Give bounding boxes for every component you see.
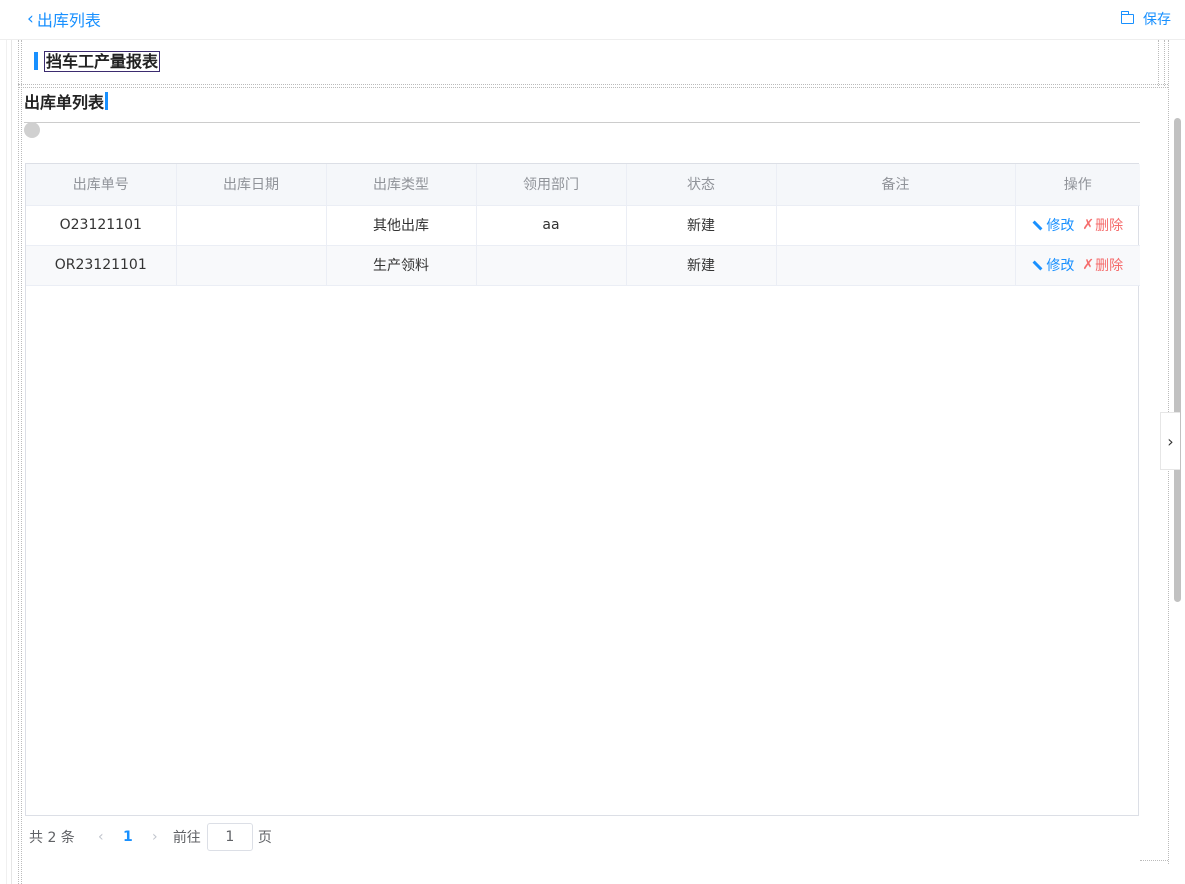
table-header-row: 出库单号 出库日期 出库类型 领用部门 状态 备注 操作 — [26, 164, 1140, 206]
goto-page-input[interactable] — [206, 823, 253, 851]
page-suffix: 页 — [257, 830, 272, 846]
section-divider — [24, 122, 1140, 123]
frame-line — [1140, 860, 1168, 861]
back-label: 出库列表 — [36, 11, 101, 30]
back-to-list-button[interactable]: ‹ 出库列表 — [27, 8, 101, 30]
cell-actions: 修改 ✗ 删除 — [1015, 245, 1140, 286]
save-button[interactable]: 保存 — [1121, 9, 1171, 29]
title-accent-bar — [34, 52, 38, 70]
left-frame — [0, 40, 12, 884]
frame-line — [18, 84, 1168, 85]
goto-label: 前往 — [172, 830, 201, 846]
pencil-icon — [1032, 220, 1043, 230]
column-header[interactable]: 状态 — [626, 164, 777, 206]
pagination: 共 2 条 ‹ 1 › 前往 页 — [29, 822, 272, 852]
text-cursor — [105, 92, 109, 110]
prev-page-button[interactable]: ‹ — [91, 829, 111, 845]
edit-button[interactable]: 修改 — [1032, 255, 1074, 275]
cell-department — [476, 245, 627, 286]
frame-line — [21, 40, 22, 884]
cell-status: 新建 — [626, 245, 777, 286]
cross-icon: ✗ — [1082, 217, 1095, 233]
frame-line — [1164, 40, 1165, 86]
cell-date — [176, 245, 327, 286]
edit-label: 修改 — [1046, 218, 1075, 234]
delete-button[interactable]: ✗ 删除 — [1082, 215, 1123, 235]
cell-type: 其他出库 — [326, 205, 477, 246]
document-title[interactable]: 挡车工产量报表 — [44, 50, 161, 72]
column-header[interactable]: 领用部门 — [476, 164, 627, 206]
delete-label: 删除 — [1095, 218, 1124, 234]
scrollbar-thumb[interactable] — [1174, 118, 1181, 602]
column-header[interactable]: 操作 — [1015, 164, 1140, 206]
frame-line — [18, 40, 19, 884]
section-title[interactable]: 出库单列表 — [24, 89, 109, 113]
document-title-block: 挡车工产量报表 — [34, 50, 161, 72]
edit-label: 修改 — [1046, 258, 1075, 274]
frame-line — [1158, 40, 1159, 86]
table-row[interactable]: OR23121101 生产领料 新建 修改 ✗ 删除 — [26, 245, 1140, 286]
cross-icon: ✗ — [1082, 257, 1095, 273]
outbound-table: 出库单号 出库日期 出库类型 领用部门 状态 备注 操作 O23121101 其… — [25, 163, 1140, 816]
frame-line — [18, 87, 1168, 88]
table-row[interactable]: O23121101 其他出库 aa 新建 修改 ✗ 删除 — [26, 205, 1140, 246]
column-header[interactable]: 备注 — [776, 164, 1016, 206]
top-bar: ‹ 出库列表 保存 — [0, 0, 1185, 40]
edit-button[interactable]: 修改 — [1032, 215, 1074, 235]
cell-type: 生产领料 — [326, 245, 477, 286]
total-count: 共 2 条 — [29, 830, 75, 846]
cell-order-no: OR23121101 — [26, 245, 177, 286]
save-label: 保存 — [1143, 12, 1171, 28]
pencil-icon — [1032, 260, 1043, 270]
next-page-button[interactable]: › — [145, 829, 165, 845]
cell-status: 新建 — [626, 205, 777, 246]
cell-department: aa — [476, 205, 627, 246]
column-header[interactable]: 出库单号 — [26, 164, 177, 206]
cell-remark — [776, 245, 1016, 286]
cell-order-no: O23121101 — [26, 205, 177, 246]
delete-label: 删除 — [1095, 258, 1124, 274]
folder-icon — [1121, 11, 1134, 24]
column-header[interactable]: 出库类型 — [326, 164, 477, 206]
delete-button[interactable]: ✗ 删除 — [1082, 255, 1123, 275]
column-header[interactable]: 出库日期 — [176, 164, 327, 206]
page-number[interactable]: 1 — [111, 829, 145, 845]
cell-remark — [776, 205, 1016, 246]
expand-panel-button[interactable]: › — [1160, 412, 1180, 470]
drag-handle[interactable] — [24, 122, 40, 138]
cell-date — [176, 205, 327, 246]
chevron-left-icon: ‹ — [27, 9, 34, 29]
chevron-right-icon: › — [1167, 431, 1174, 451]
cell-actions: 修改 ✗ 删除 — [1015, 205, 1140, 246]
section-title-text: 出库单列表 — [24, 93, 105, 112]
